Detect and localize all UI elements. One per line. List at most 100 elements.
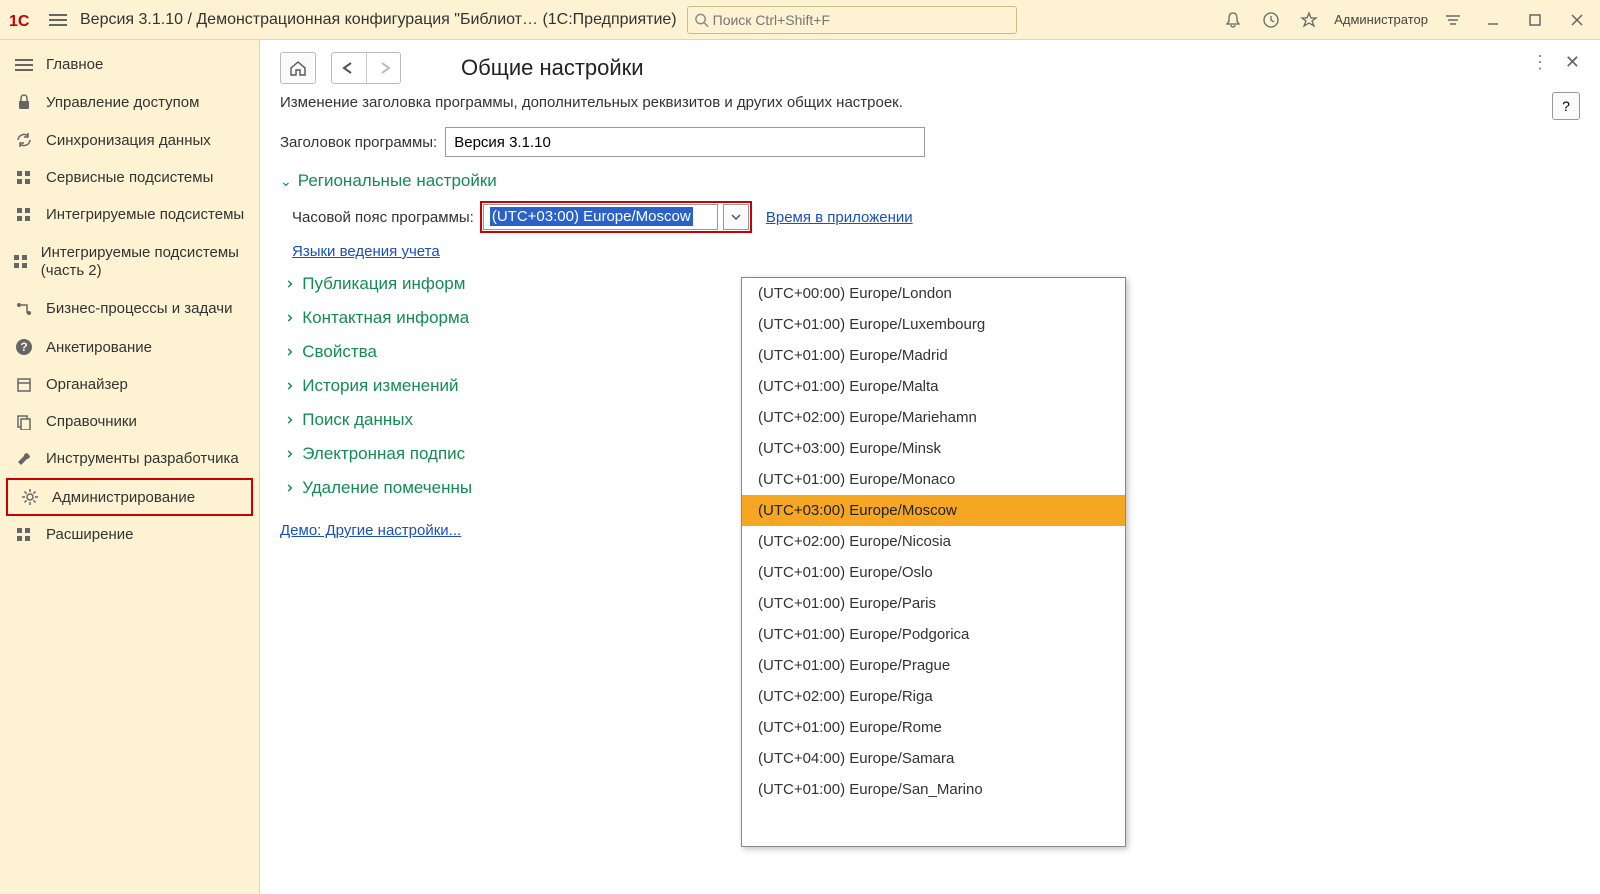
sidebar-item-7[interactable]: ? Анкетирование bbox=[0, 328, 259, 366]
timezone-option[interactable]: (UTC+02:00) Europe/Mariehamn bbox=[742, 402, 1125, 433]
timezone-field-highlight: (UTC+03:00) Europe/Moscow bbox=[480, 201, 752, 233]
timezone-option[interactable]: (UTC+01:00) Europe/Malta bbox=[742, 371, 1125, 402]
lock-icon bbox=[12, 93, 36, 111]
chevron-right-icon: ⌄ bbox=[277, 379, 297, 393]
demo-other-settings-link[interactable]: Демо: Другие настройки... bbox=[280, 522, 461, 539]
regional-section-header[interactable]: ⌄ Региональные настройки bbox=[280, 171, 1580, 191]
sidebar-item-label: Интегрируемые подсистемы bbox=[46, 206, 244, 224]
search-input[interactable] bbox=[713, 12, 1010, 28]
star-icon[interactable] bbox=[1296, 7, 1322, 33]
close-tab-icon[interactable]: ✕ bbox=[1565, 52, 1580, 73]
nav-back-button[interactable] bbox=[332, 53, 366, 83]
timezone-option[interactable]: (UTC+02:00) Europe/Nicosia bbox=[742, 526, 1125, 557]
chevron-right-icon: ⌄ bbox=[277, 345, 297, 359]
flow-icon bbox=[12, 301, 36, 317]
copy-icon bbox=[12, 414, 36, 430]
minimize-button[interactable] bbox=[1478, 7, 1508, 33]
sidebar-item-5[interactable]: Интегрируемые подсистемы (часть 2) bbox=[0, 234, 259, 290]
history-icon[interactable] bbox=[1258, 7, 1284, 33]
titlebar: 1С Версия 3.1.10 / Демонстрационная конф… bbox=[0, 0, 1600, 40]
nav-forward-button[interactable] bbox=[366, 53, 400, 83]
sidebar-item-8[interactable]: Органайзер bbox=[0, 366, 259, 403]
timezone-option[interactable]: (UTC+01:00) Europe/Madrid bbox=[742, 340, 1125, 371]
sidebar-item-label: Бизнес-процессы и задачи bbox=[46, 300, 232, 318]
timezone-option[interactable]: (UTC+01:00) Europe/Podgorica bbox=[742, 619, 1125, 650]
timezone-option[interactable]: (UTC+01:00) Europe/Prague bbox=[742, 650, 1125, 681]
sidebar-item-label: Администрирование bbox=[52, 489, 195, 506]
timezone-option[interactable]: (UTC+03:00) Europe/Minsk bbox=[742, 433, 1125, 464]
section-label: Электронная подпис bbox=[302, 444, 465, 464]
sidebar-item-label: Справочники bbox=[46, 413, 137, 430]
sidebar-item-0[interactable]: Главное bbox=[0, 46, 259, 83]
sidebar-item-label: Расширение bbox=[46, 526, 133, 543]
dropdown-scroll[interactable]: (UTC+00:00) Europe/London(UTC+01:00) Eur… bbox=[742, 278, 1125, 846]
main-menu-icon[interactable] bbox=[46, 8, 70, 32]
gear-icon bbox=[18, 488, 42, 506]
close-window-button[interactable] bbox=[1562, 7, 1592, 33]
user-name[interactable]: Администратор bbox=[1334, 12, 1428, 27]
sidebar-item-label: Органайзер bbox=[46, 376, 128, 393]
program-title-label: Заголовок программы: bbox=[280, 134, 437, 151]
sidebar-item-12[interactable]: Расширение bbox=[0, 516, 259, 553]
timezone-option[interactable]: (UTC+02:00) Europe/Riga bbox=[742, 681, 1125, 712]
settings-lines-icon[interactable] bbox=[1440, 7, 1466, 33]
sidebar-item-3[interactable]: Сервисные подсистемы bbox=[0, 159, 259, 196]
organizer-icon bbox=[12, 377, 36, 393]
section-label: Публикация информ bbox=[302, 274, 465, 294]
sidebar-item-label: Инструменты разработчика bbox=[46, 450, 239, 468]
languages-link[interactable]: Языки ведения учета bbox=[292, 243, 440, 260]
chevron-right-icon: ⌄ bbox=[277, 311, 297, 325]
titlebar-actions: Администратор bbox=[1220, 7, 1592, 33]
wrench-icon bbox=[12, 450, 36, 468]
sync-icon bbox=[12, 131, 36, 149]
timezone-dropdown-list: (UTC+00:00) Europe/London(UTC+01:00) Eur… bbox=[741, 277, 1126, 847]
timezone-option[interactable]: (UTC+01:00) Europe/Paris bbox=[742, 588, 1125, 619]
sidebar-item-4[interactable]: Интегрируемые подсистемы bbox=[0, 196, 259, 234]
sidebar-item-11[interactable]: Администрирование bbox=[6, 478, 253, 516]
more-actions-icon[interactable]: ⋮ bbox=[1531, 52, 1549, 73]
timezone-option[interactable]: (UTC+01:00) Europe/Luxembourg bbox=[742, 309, 1125, 340]
maximize-button[interactable] bbox=[1520, 7, 1550, 33]
timezone-option[interactable]: (UTC+00:00) Europe/London bbox=[742, 278, 1125, 309]
sidebar-item-10[interactable]: Инструменты разработчика bbox=[0, 440, 259, 478]
sidebar-item-label: Интегрируемые подсистемы (часть 2) bbox=[41, 244, 247, 280]
timezone-option[interactable]: (UTC+03:00) Europe/Moscow bbox=[742, 495, 1125, 526]
sidebar-item-label: Анкетирование bbox=[46, 339, 152, 356]
sidebar-item-2[interactable]: Синхронизация данных bbox=[0, 121, 259, 159]
sidebar-item-label: Синхронизация данных bbox=[46, 132, 211, 149]
global-search[interactable] bbox=[687, 6, 1017, 34]
sidebar-item-1[interactable]: Управление доступом bbox=[0, 83, 259, 121]
timezone-option[interactable]: (UTC+01:00) Europe/Monaco bbox=[742, 464, 1125, 495]
sidebar: Главное Управление доступом Синхронизация … bbox=[0, 40, 260, 894]
chevron-right-icon: ⌄ bbox=[277, 481, 297, 495]
content-area: Общие настройки ⋮ ✕ ? Изменение заголовк… bbox=[260, 40, 1600, 894]
blocks-icon bbox=[12, 254, 31, 270]
section-label: Контактная информа bbox=[302, 308, 469, 328]
menu-icon bbox=[12, 58, 36, 72]
bell-icon[interactable] bbox=[1220, 7, 1246, 33]
chevron-down-icon: ⌄ bbox=[280, 173, 292, 190]
sidebar-item-9[interactable]: Справочники bbox=[0, 403, 259, 440]
regional-section-label: Региональные настройки bbox=[298, 171, 497, 191]
svg-text:1С: 1С bbox=[9, 13, 30, 30]
timezone-option[interactable]: (UTC+04:00) Europe/Samara bbox=[742, 743, 1125, 774]
page-title: Общие настройки bbox=[461, 55, 644, 81]
timezone-option[interactable]: (UTC+01:00) Europe/San_Marino bbox=[742, 774, 1125, 805]
program-title-input[interactable] bbox=[445, 127, 925, 157]
time-in-app-link[interactable]: Время в приложении bbox=[766, 209, 913, 226]
blocks-icon bbox=[12, 527, 36, 543]
timezone-label: Часовой пояс программы: bbox=[292, 209, 474, 226]
sidebar-item-label: Главное bbox=[46, 56, 103, 73]
section-label: Поиск данных bbox=[302, 410, 413, 430]
chevron-right-icon: ⌄ bbox=[277, 413, 297, 427]
question-icon: ? bbox=[12, 338, 36, 356]
sidebar-item-label: Сервисные подсистемы bbox=[46, 169, 213, 186]
timezone-input[interactable]: (UTC+03:00) Europe/Moscow bbox=[483, 204, 718, 230]
home-button[interactable] bbox=[280, 52, 316, 84]
timezone-option[interactable]: (UTC+01:00) Europe/Rome bbox=[742, 712, 1125, 743]
svg-text:?: ? bbox=[20, 340, 27, 354]
timezone-option[interactable]: (UTC+01:00) Europe/Oslo bbox=[742, 557, 1125, 588]
help-button[interactable]: ? bbox=[1552, 92, 1580, 120]
timezone-dropdown-button[interactable] bbox=[723, 204, 749, 230]
sidebar-item-6[interactable]: Бизнес-процессы и задачи bbox=[0, 290, 259, 328]
